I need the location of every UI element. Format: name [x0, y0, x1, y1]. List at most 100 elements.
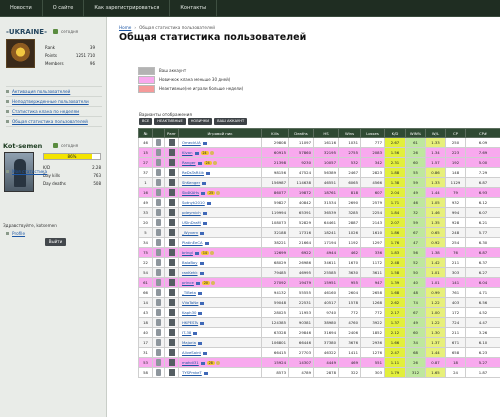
cell-cp-rate: 7.69 — [465, 147, 500, 158]
player-link[interactable]: ShKenger — [182, 180, 200, 185]
player-link[interactable]: mahdi31 — [182, 360, 199, 365]
col-header[interactable]: HS — [313, 128, 339, 138]
nav-news[interactable]: Новости — [0, 0, 43, 17]
cell-marker — [152, 207, 165, 218]
col-header[interactable]: CP — [445, 128, 466, 138]
player-link[interactable]: Kivan — [182, 150, 193, 155]
cell-rank — [164, 177, 179, 188]
cell-cp-rate: 6.10 — [465, 337, 500, 348]
player-link[interactable]: prince — [182, 280, 194, 285]
cell-kd: 2.17 — [384, 307, 406, 318]
col-header[interactable]: Ранг — [164, 128, 179, 138]
clan-logo — [6, 39, 35, 68]
player-link[interactable]: _Wyvern — [182, 230, 198, 235]
player-link[interactable]: BalaBoy — [182, 260, 198, 265]
cell-rank — [164, 247, 179, 258]
cell-win-percent: 60 — [405, 327, 426, 338]
player-link[interactable]: Kaph30 — [182, 310, 196, 315]
player-link[interactable]: Majoria — [182, 340, 196, 345]
cell-player: OmeckUA — [178, 137, 262, 148]
tab-all[interactable]: ВСЕ — [139, 118, 153, 125]
cell-deaths: 11953 — [288, 307, 314, 318]
menu-users-overall-stats[interactable]: Общая статистика пользователей — [6, 117, 102, 127]
player-link[interactable]: PlatinEeCA — [182, 240, 203, 245]
color-legend: Ваш аккаунт Новичкок клана меньше 30 дне… — [138, 66, 278, 93]
cell-player: VVaTaNe — [178, 297, 262, 308]
player-link[interactable]: OmeckUA — [182, 140, 201, 145]
flag-icon — [200, 361, 205, 365]
tab-my-account[interactable]: ВАШ АККАУНТ — [214, 118, 248, 125]
cell-win-percent: 50 — [405, 267, 426, 278]
breadcrumb-current: Общая статистика пользователей — [139, 25, 215, 30]
cell-losses: 2143 — [360, 217, 385, 228]
col-header[interactable]: K/D — [384, 128, 406, 138]
player-link[interactable]: VVaTaNe — [182, 300, 198, 305]
cell-hs: 38980 — [313, 317, 339, 328]
profile-link[interactable]: Profile — [6, 231, 25, 236]
nav-about[interactable]: О сайте — [43, 0, 85, 17]
player-link[interactable]: ranKehk — [182, 270, 198, 275]
col-header[interactable]: Wins — [338, 128, 361, 138]
online-status-icon — [53, 143, 58, 148]
col-header[interactable]: Losses — [360, 128, 385, 138]
rank-insignia-icon — [168, 179, 175, 186]
cell-player: ReDsTaR4ik — [178, 167, 262, 178]
cell-rank — [164, 257, 179, 268]
player-link[interactable]: TYSPmkeT — [182, 370, 202, 375]
level-badge: 14 — [200, 251, 209, 255]
col-header[interactable]: Deaths — [288, 128, 314, 138]
col-header[interactable]: Kills — [261, 128, 289, 138]
cell-cp-rate: 6.09 — [465, 137, 500, 148]
nav-contacts[interactable]: Контакты — [170, 0, 218, 17]
player-link[interactable]: _TiBeta — [182, 290, 196, 295]
cell-wl: 1.05 — [425, 197, 446, 208]
rank-insignia-icon — [168, 279, 175, 286]
player-link[interactable]: Sotnyk2010 — [182, 200, 205, 205]
cell-win-percent: 34 — [405, 337, 426, 348]
cell-kd: 1.86 — [384, 227, 406, 238]
cell-number: 43 — [138, 307, 153, 318]
cell-cp: 658 — [445, 347, 466, 358]
col-header[interactable]: WIN% — [405, 128, 426, 138]
breadcrumb-home[interactable]: Home — [119, 25, 131, 30]
tab-inactive[interactable]: НЕАКТИВНЫЕ — [154, 118, 186, 125]
col-header[interactable]: W/L — [425, 128, 446, 138]
menu-unconfirmed-users[interactable]: Неподтвержденные пользователи — [6, 97, 102, 107]
clan-menu: Активация пользователей Неподтвержденные… — [6, 86, 102, 127]
col-header[interactable]: Игровой ник — [178, 128, 262, 138]
cell-deaths: 57860 — [288, 147, 314, 158]
player-link[interactable]: HKPESTs — [182, 320, 198, 325]
player-link[interactable]: AliveSaint — [182, 350, 201, 355]
cell-deaths: 6922 — [288, 247, 314, 258]
player-link[interactable]: Sb4KAHs — [182, 190, 199, 195]
cell-number: 34 — [138, 237, 153, 248]
menu-activate-users[interactable]: Активация пользователей — [6, 87, 102, 97]
cell-wins: 469 — [338, 357, 361, 368]
cell-marker — [152, 337, 165, 348]
col-header[interactable]: CP# — [465, 128, 500, 138]
logout-button[interactable]: Выйти — [45, 238, 66, 246]
user-name[interactable]: Kot-semen — [3, 142, 42, 150]
nav-how-to-register[interactable]: Как зарегистрироваться — [84, 0, 171, 17]
player-link[interactable]: pdeymich — [182, 210, 201, 215]
tab-newcomers[interactable]: НОВИЧКИ — [187, 118, 213, 125]
col-header[interactable]: № — [138, 128, 153, 138]
cell-player: BalaBoy — [178, 257, 262, 268]
cell-losses: 4566 — [360, 177, 385, 188]
clan-name[interactable]: -UKRAINE- — [6, 28, 47, 36]
table-row: 22 BalaBoy 68029 26986 34611 1670 1172 2.48 52 1.… — [138, 257, 500, 268]
player-link[interactable]: USInDraM — [182, 220, 201, 225]
cell-kd: 2.62 — [384, 297, 406, 308]
menu-clan-weekly-stats[interactable]: Статистика клана по неделям — [6, 107, 102, 117]
rank-insignia-icon — [168, 209, 175, 216]
cell-cp-rate: 6.21 — [465, 217, 500, 228]
player-link[interactable]: ReDsTaR4ik — [182, 170, 204, 175]
cell-number: 53 — [138, 357, 153, 368]
player-link[interactable]: bringl — [182, 250, 193, 255]
cell-wins: 322 — [338, 367, 361, 378]
cell-wins: 2406 — [338, 327, 361, 338]
level-badge: 24 — [203, 161, 212, 165]
my-stats-link[interactable]: Моя статистика — [6, 169, 47, 174]
player-link[interactable]: Ranger — [182, 160, 196, 165]
player-link[interactable]: IT-38 — [182, 330, 191, 335]
